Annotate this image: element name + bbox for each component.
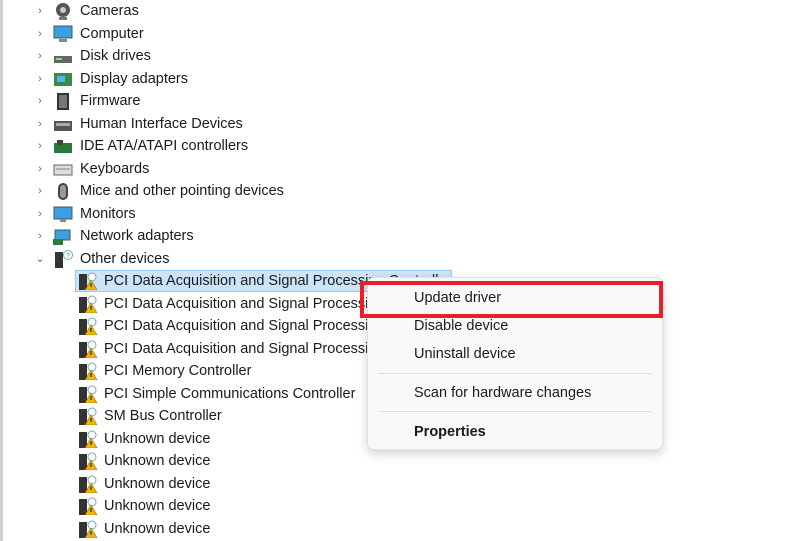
- tree-category-label: Monitors: [80, 205, 136, 222]
- tree-category-label: Display adapters: [80, 70, 188, 87]
- other-devices-icon: ?: [55, 249, 73, 268]
- highlight-box: [360, 281, 663, 318]
- device-warning-icon: [79, 272, 98, 290]
- chevron-right-icon[interactable]: ›: [34, 113, 46, 135]
- tree-category-label: Other devices: [80, 250, 170, 267]
- chevron-down-icon[interactable]: ⌄: [34, 248, 46, 270]
- device-label: Unknown device: [104, 453, 211, 469]
- device-warning-icon: [79, 475, 98, 493]
- network-adapter-icon: [53, 229, 71, 245]
- menu-disable-device[interactable]: Disable device: [414, 318, 508, 334]
- tree-category-label: IDE ATA/ATAPI controllers: [80, 138, 249, 154]
- device-label: Unknown device: [104, 520, 211, 537]
- device-warning-icon: [79, 452, 98, 470]
- chevron-right-icon[interactable]: ›: [34, 180, 46, 202]
- chevron-right-icon[interactable]: ›: [34, 90, 46, 112]
- menu-uninstall-device[interactable]: Uninstall device: [414, 346, 516, 362]
- device-label: PCI Memory Controller: [104, 363, 252, 379]
- tree-category-label: Network adapters: [80, 228, 194, 244]
- tree-category-label: Human Interface Devices: [80, 115, 243, 132]
- device-label: PCI Simple Communications Controller: [104, 385, 356, 402]
- device-label: Unknown device: [104, 498, 211, 514]
- mouse-icon: [58, 183, 68, 200]
- display-adapter-icon: [54, 72, 72, 86]
- device-warning-icon: [79, 430, 98, 448]
- tree-category-label: Computer: [80, 25, 144, 42]
- keyboard-icon: [53, 164, 73, 175]
- svg-text:?: ?: [66, 253, 70, 260]
- tree-category-label: Mice and other pointing devices: [80, 183, 284, 199]
- disk-drive-icon: [54, 56, 72, 63]
- chevron-right-icon[interactable]: ›: [34, 0, 46, 22]
- camera-icon: [56, 3, 70, 20]
- computer-icon: [53, 25, 73, 42]
- device-warning-icon: [79, 497, 98, 515]
- ide-controller-icon: [54, 140, 72, 153]
- chevron-right-icon[interactable]: ›: [34, 203, 46, 225]
- device-warning-icon: [79, 362, 98, 380]
- chevron-right-icon[interactable]: ›: [34, 45, 46, 67]
- device-warning-icon: [79, 385, 98, 403]
- device-label: Unknown device: [104, 430, 211, 447]
- chevron-right-icon[interactable]: ›: [34, 135, 46, 157]
- hid-icon: [54, 120, 72, 131]
- menu-scan-hardware[interactable]: Scan for hardware changes: [414, 385, 591, 401]
- tree-category-label: Firmware: [80, 93, 141, 109]
- tree-category-label: Keyboards: [80, 160, 150, 177]
- device-label: Unknown device: [104, 475, 211, 492]
- device-warning-icon: [79, 340, 98, 358]
- device-warning-icon: [79, 317, 98, 335]
- chevron-right-icon[interactable]: ›: [34, 68, 46, 90]
- menu-separator: [378, 411, 652, 412]
- tree-category-label: Cameras: [80, 3, 139, 19]
- chevron-right-icon[interactable]: ›: [34, 158, 46, 180]
- menu-separator: [378, 373, 652, 374]
- chevron-right-icon[interactable]: ›: [34, 225, 46, 247]
- device-label: SM Bus Controller: [104, 408, 222, 424]
- menu-properties[interactable]: Properties: [414, 424, 486, 440]
- device-warning-icon: [79, 295, 98, 313]
- tree-border: [0, 0, 3, 541]
- device-warning-icon: [79, 407, 98, 425]
- firmware-icon: [57, 93, 69, 110]
- device-warning-icon: [79, 520, 98, 538]
- tree-category-label: Disk drives: [80, 48, 151, 64]
- chevron-right-icon[interactable]: ›: [34, 23, 46, 45]
- monitor-icon: [53, 206, 73, 222]
